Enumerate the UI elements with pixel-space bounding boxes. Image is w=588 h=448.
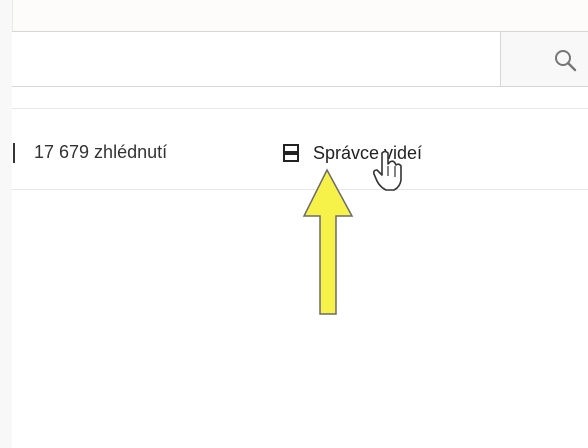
search-input[interactable] (12, 31, 500, 87)
hand-pointer-icon (373, 150, 402, 191)
top-strip (0, 0, 588, 31)
arrow-up-icon (302, 168, 354, 315)
screen: 17 679 zhlédnutí Správce videí (0, 0, 588, 448)
search-button[interactable] (500, 31, 588, 87)
video-manager-icon (282, 143, 300, 163)
view-count: 17 679 zhlédnutí (34, 142, 168, 162)
info-divider (13, 143, 15, 163)
header-gap (12, 87, 588, 108)
search-icon (555, 50, 577, 72)
